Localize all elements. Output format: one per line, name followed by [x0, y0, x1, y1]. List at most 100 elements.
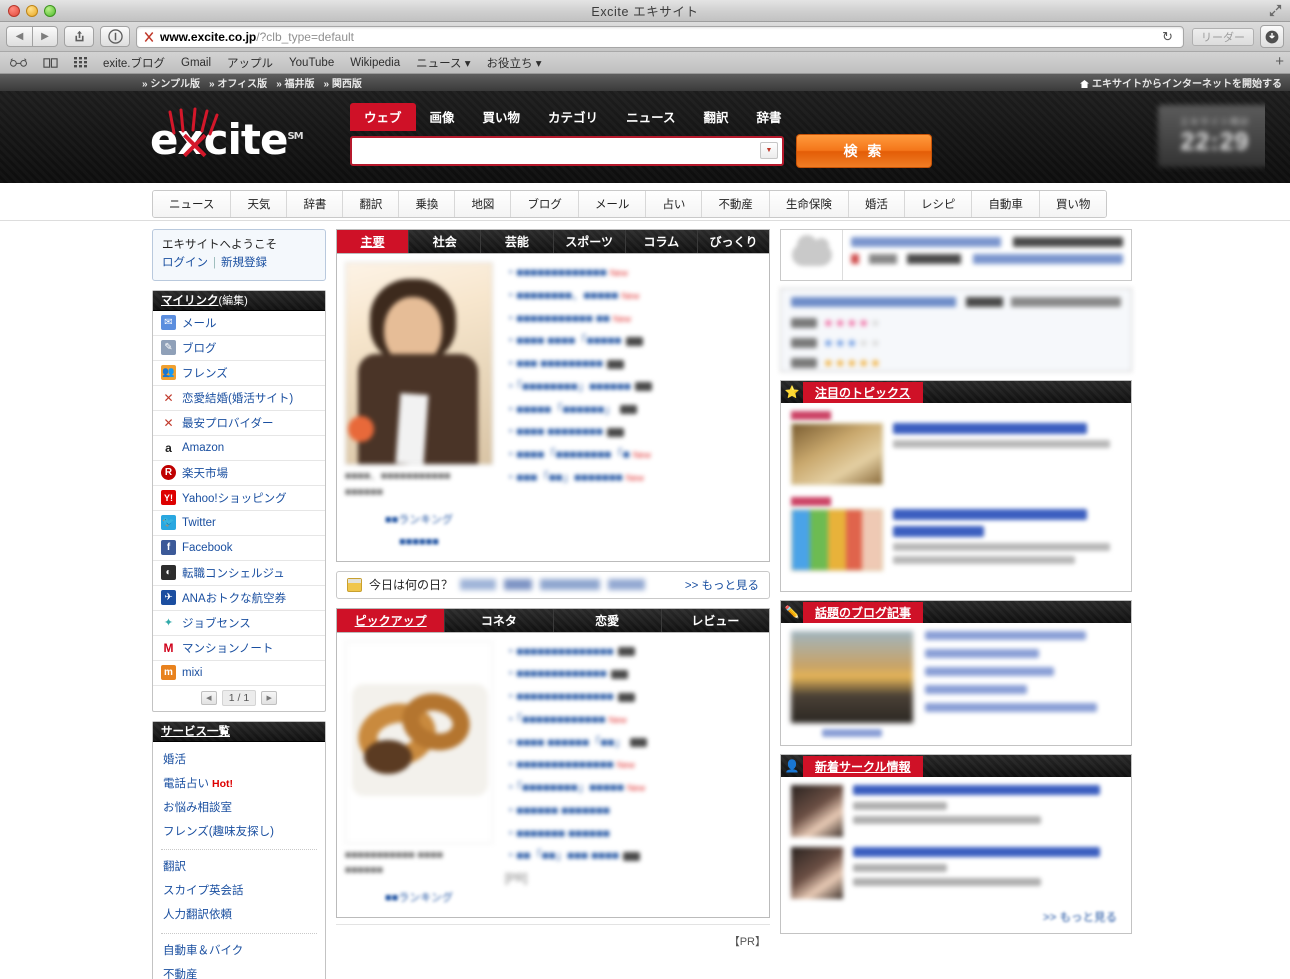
servicenav-car[interactable]: 自動車	[972, 191, 1040, 217]
mylink-item-facebook[interactable]: f Facebook	[153, 536, 325, 561]
servicenav-insurance[interactable]: 生命保険	[769, 191, 849, 217]
search-tab-category[interactable]: カテゴリ	[534, 103, 612, 131]
news-headline[interactable]: ・■■■■ ■■■■「■■■■■	[505, 330, 761, 353]
news-headline[interactable]: ・■■■■「■■■■■■■■「■ New	[505, 444, 761, 467]
mylink-item-marriage[interactable]: ✕ 恋愛結婚(婚活サイト)	[153, 386, 325, 411]
mylink-edit-link[interactable]: (編集)	[219, 292, 248, 308]
bookmark-wikipedia[interactable]: Wikipedia	[350, 57, 400, 69]
mylink-item-mansion-note[interactable]: M マンションノート	[153, 636, 325, 661]
news-headline[interactable]: ・■■■■ ■■■■■■■■	[505, 421, 761, 444]
reload-icon[interactable]: ↻	[1156, 29, 1179, 45]
pickup-photo-links[interactable]: ■■ランキング	[345, 887, 493, 909]
fortune-box[interactable]: ★★★★★ ★★★★★ ★★★★★	[780, 288, 1132, 372]
news-headline[interactable]: ・■■■■■■■■■■■ ■■ New	[505, 308, 761, 331]
service-item-car-bike[interactable]: 自動車＆バイク	[153, 939, 325, 963]
reader-button[interactable]: リーダー	[1192, 27, 1254, 46]
mylink-item-twitter[interactable]: 🐦 Twitter	[153, 511, 325, 536]
book-icon[interactable]	[43, 57, 58, 69]
reading-glasses-icon[interactable]	[10, 57, 27, 68]
news-tab-main[interactable]: 主要	[337, 230, 410, 253]
today-more-link[interactable]: >> もっと見る	[685, 577, 759, 593]
servicenav-weather[interactable]: 天気	[231, 191, 288, 217]
pickup-tab-review[interactable]: レビュー	[662, 609, 769, 632]
servicenav-realestate[interactable]: 不動産	[702, 191, 770, 217]
search-tab-news[interactable]: ニュース	[612, 103, 689, 131]
edition-fukui[interactable]: » 福井版	[276, 75, 314, 90]
news-tab-sports[interactable]: スポーツ	[554, 230, 626, 253]
circle-item[interactable]	[791, 847, 1121, 899]
service-item-realestate[interactable]: 不動産	[153, 963, 325, 979]
mylink-item-jobsense[interactable]: ✦ ジョブセンス	[153, 611, 325, 636]
service-item-skype-english[interactable]: スカイプ英会話	[153, 879, 325, 903]
news-headline[interactable]: ・■■■■■「■■■■■■」	[505, 399, 761, 422]
weather-box[interactable]	[780, 229, 1132, 281]
service-item-human-translation[interactable]: 人力翻訳依頼	[153, 903, 325, 927]
search-tab-shopping[interactable]: 買い物	[469, 103, 535, 131]
address-bar[interactable]: www.excite.co.jp/?clb_type=default ↻	[136, 25, 1184, 48]
window-controls[interactable]	[8, 5, 56, 17]
topic-item[interactable]	[791, 509, 1121, 571]
set-homepage-link[interactable]: エキサイトからインターネットを開始する	[1080, 75, 1282, 90]
servicenav-dictionary[interactable]: 辞書	[287, 191, 344, 217]
bookmark-exite-blog[interactable]: exite.ブログ	[103, 55, 165, 71]
blog-item[interactable]	[791, 631, 1121, 737]
mylink-item-ana[interactable]: ✈ ANAおトクな航空券	[153, 586, 325, 611]
pickup-tab-koneta[interactable]: コネタ	[445, 608, 554, 632]
servicenav-marriage[interactable]: 婚活	[848, 191, 905, 217]
register-link[interactable]: 新規登録	[221, 257, 267, 269]
search-tab-translate[interactable]: 翻訳	[689, 103, 742, 131]
new-tab-button[interactable]: +	[1275, 54, 1284, 70]
edition-kansai[interactable]: » 関西版	[324, 75, 362, 90]
mylink-item-blog[interactable]: ✎ ブログ	[153, 336, 325, 361]
service-item-counseling[interactable]: お悩み相談室	[153, 796, 325, 820]
pickup-headline[interactable]: ・■■■■■■■■■■■■■	[505, 663, 761, 686]
edition-office[interactable]: » オフィス版	[209, 75, 267, 90]
service-item-translate[interactable]: 翻訳	[153, 855, 325, 879]
topic-item[interactable]	[791, 423, 1121, 485]
news-lead-photo-block[interactable]: ■■■■、■■■■■■■■■■■ ■■■■■■ ■■ランキング ■■■■■■	[345, 262, 493, 553]
servicenav-blog[interactable]: ブログ	[511, 191, 579, 217]
pickup-headline[interactable]: ・■■■■■■■■■■■■■■ New	[505, 754, 761, 777]
servicenav-recipe[interactable]: レシピ	[904, 191, 973, 217]
service-item-marriage[interactable]: 婚活	[153, 748, 325, 772]
servicenav-news[interactable]: ニュース	[153, 191, 232, 217]
bookmark-useful-folder[interactable]: お役立ち ▾	[487, 55, 542, 71]
service-item-friends[interactable]: フレンズ(趣味友探し)	[153, 820, 325, 844]
mylink-prev-button[interactable]: ◀	[200, 691, 217, 706]
servicenav-shopping[interactable]: 買い物	[1039, 191, 1107, 217]
news-tab-society[interactable]: 社会	[409, 230, 482, 253]
news-headline[interactable]: ・■■■■■■■■■■■■■ New	[505, 262, 761, 285]
mylink-item-rakuten[interactable]: R 楽天市場	[153, 461, 325, 486]
bookmark-apple[interactable]: アップル	[227, 55, 273, 71]
servicenav-map[interactable]: 地図	[455, 191, 512, 217]
downloads-icon[interactable]	[1260, 25, 1284, 48]
excite-logo[interactable]: exciteSM ✕	[150, 104, 304, 170]
news-photo-links[interactable]: ■■ランキング ■■■■■■	[345, 509, 493, 553]
grid-icon[interactable]	[74, 56, 87, 69]
servicenav-translate[interactable]: 翻訳	[343, 191, 400, 217]
pickup-headline[interactable]: ・「■■■■■■■■」■■■■■ New	[505, 777, 761, 800]
news-headline[interactable]: ・■■■■■■■■、■■■■■ New	[505, 285, 761, 308]
servicenav-fortune[interactable]: 占い	[646, 191, 703, 217]
close-window-button[interactable]	[8, 5, 20, 17]
circle-more-link[interactable]: >> もっと見る	[791, 909, 1121, 925]
mylink-item-provider[interactable]: ✕ 最安プロバイダー	[153, 411, 325, 436]
pickup-lead-photo-block[interactable]: ■■■■■■■■■■■ ■■■■ ■■■■■■ ■■ランキング	[345, 640, 493, 910]
servicenav-transfer[interactable]: 乗換	[399, 191, 456, 217]
mylink-item-mail[interactable]: ✉ メール	[153, 311, 325, 336]
search-history-dropdown-icon[interactable]: ▼	[760, 142, 778, 159]
bookmark-news-folder[interactable]: ニュース ▾	[416, 55, 470, 71]
back-button[interactable]: ◀	[6, 26, 32, 47]
news-tab-column[interactable]: コラム	[626, 230, 698, 253]
mylink-item-job-concierge[interactable]: ◐ 転職コンシェルジュ	[153, 561, 325, 586]
pickup-headline[interactable]: ・■■■■■■■■■■■■■■	[505, 641, 761, 664]
news-headline[interactable]: ・「■■■■■■■■」■■■■■■	[505, 376, 761, 399]
pickup-headline[interactable]: ・「■■■■■■■■■■■■ New	[505, 709, 761, 732]
onepassword-icon[interactable]	[100, 26, 130, 47]
mylink-item-friends[interactable]: 👥 フレンズ	[153, 361, 325, 386]
search-input[interactable]	[356, 138, 760, 163]
news-headline[interactable]: ・■■■「■■」■■■■■■■ New	[505, 467, 761, 490]
news-headline[interactable]: ・■■■ ■■■■■■■■■	[505, 353, 761, 376]
mylink-item-mixi[interactable]: m mixi	[153, 661, 325, 686]
servicenav-mail[interactable]: メール	[578, 191, 647, 217]
